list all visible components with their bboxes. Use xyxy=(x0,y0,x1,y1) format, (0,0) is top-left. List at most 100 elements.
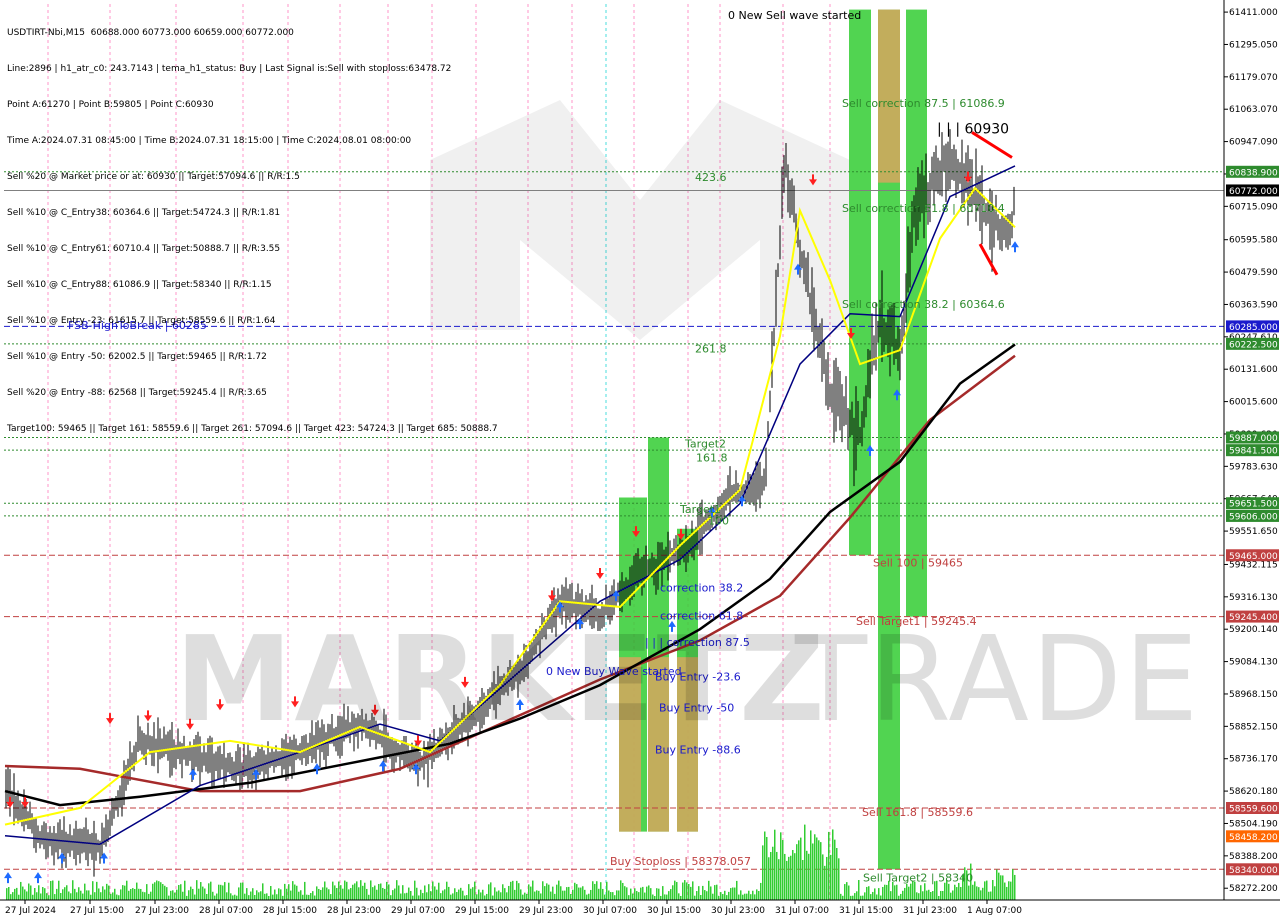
volume-bar xyxy=(740,890,742,900)
volume-bar xyxy=(586,894,588,900)
volume-bar xyxy=(668,891,670,900)
volume-bar xyxy=(828,831,830,900)
info-line: Time A:2024.07.31 08:45:00 | Time B:2024… xyxy=(7,136,412,146)
y-tick-label: 58852.150 xyxy=(1229,722,1278,732)
volume-bar xyxy=(50,880,52,900)
volume-bar xyxy=(764,831,766,900)
volume-bar xyxy=(228,882,230,900)
volume-bar xyxy=(74,888,76,900)
volume-bar xyxy=(274,889,276,900)
volume-bar xyxy=(738,894,740,900)
volume-bar xyxy=(188,890,190,900)
volume-bar xyxy=(600,882,602,900)
volume-bar xyxy=(908,886,910,900)
y-tick-label: 60131.600 xyxy=(1229,365,1278,375)
volume-bar xyxy=(396,880,398,900)
volume-bar xyxy=(608,890,610,900)
volume-bar xyxy=(416,887,418,900)
volume-bar xyxy=(260,891,262,900)
volume-bar xyxy=(992,880,994,900)
volume-bar xyxy=(28,883,30,900)
volume-bar xyxy=(720,892,722,900)
volume-bar xyxy=(958,882,960,900)
volume-bar xyxy=(324,881,326,900)
volume-bar xyxy=(890,891,892,900)
volume-bar xyxy=(190,886,192,900)
x-tick-label: 29 Jul 07:00 xyxy=(391,906,445,916)
volume-bar xyxy=(128,890,130,900)
volume-bar xyxy=(44,888,46,900)
volume-bar xyxy=(834,839,836,900)
volume-bar xyxy=(864,892,866,900)
volume-bar xyxy=(82,893,84,900)
volume-bar xyxy=(594,883,596,900)
volume-bar xyxy=(404,893,406,900)
volume-bar xyxy=(722,894,724,900)
info-line: Sell %10 @ C_Entry38: 60364.6 || Target:… xyxy=(7,208,281,218)
y-tick-label: 58968.150 xyxy=(1229,690,1278,700)
info-line: Line:2896 | h1_atr_c0: 243.7143 | tema_h… xyxy=(7,64,452,74)
price-level-badge-label: 59887.000 xyxy=(1229,434,1278,444)
y-tick-label: 60479.590 xyxy=(1229,268,1278,278)
y-tick-label: 61179.070 xyxy=(1229,73,1278,83)
volume-bar xyxy=(186,895,188,900)
volume-bar xyxy=(258,892,260,900)
volume-bar xyxy=(502,884,504,900)
price-level-badge-label: 59465.000 xyxy=(1229,552,1278,562)
volume-bar xyxy=(126,880,128,900)
y-tick-label: 60363.590 xyxy=(1229,300,1278,310)
volume-bar xyxy=(570,894,572,900)
volume-bar xyxy=(782,840,784,900)
volume-bar xyxy=(574,882,576,900)
volume-bar xyxy=(658,888,660,900)
volume-bar xyxy=(836,848,838,900)
volume-bar xyxy=(842,895,844,900)
volume-bar xyxy=(894,885,896,900)
volume-bar xyxy=(246,888,248,900)
volume-bar xyxy=(92,881,94,900)
volume-bar xyxy=(540,893,542,900)
y-tick-label: 58272.200 xyxy=(1229,884,1278,894)
volume-bar xyxy=(636,891,638,900)
volume-bar xyxy=(798,840,800,900)
volume-bar xyxy=(878,888,880,900)
volume-bar xyxy=(648,885,650,900)
volume-bar xyxy=(406,892,408,900)
volume-bar xyxy=(100,892,102,900)
volume-bar xyxy=(386,881,388,900)
volume-bar xyxy=(366,888,368,900)
price-level-badge-label: 58458.200 xyxy=(1229,833,1278,843)
volume-bar xyxy=(712,893,714,900)
volume-bar xyxy=(178,885,180,900)
volume-bar xyxy=(692,881,694,900)
volume-bar xyxy=(434,886,436,900)
chart-annotation: Sell correction 38.2 | 60364.6 xyxy=(842,298,1005,311)
volume-bar xyxy=(998,872,1000,900)
volume-bar xyxy=(142,891,144,900)
volume-bar xyxy=(1006,886,1008,900)
volume-bar xyxy=(164,885,166,900)
watermark-left: MARKETZ xyxy=(175,610,827,748)
volume-bar xyxy=(42,887,44,900)
volume-bar xyxy=(452,893,454,900)
volume-bar xyxy=(790,855,792,900)
volume-bar xyxy=(110,893,112,900)
volume-bar xyxy=(956,887,958,900)
volume-bar xyxy=(458,889,460,900)
volume-bar xyxy=(704,890,706,900)
volume-bar xyxy=(506,892,508,900)
volume-bar xyxy=(436,889,438,900)
volume-bar xyxy=(702,885,704,900)
volume-bar xyxy=(420,889,422,900)
buy-arrow-icon xyxy=(100,852,108,864)
volume-histogram xyxy=(6,824,1016,900)
volume-bar xyxy=(606,881,608,900)
y-tick-label: 58388.200 xyxy=(1229,852,1278,862)
volume-bar xyxy=(266,893,268,900)
volume-bar xyxy=(262,883,264,900)
volume-bar xyxy=(616,890,618,900)
volume-bar xyxy=(974,881,976,900)
volume-bar xyxy=(514,889,516,900)
volume-bar xyxy=(838,858,840,900)
y-tick-label: 61295.050 xyxy=(1229,40,1278,50)
